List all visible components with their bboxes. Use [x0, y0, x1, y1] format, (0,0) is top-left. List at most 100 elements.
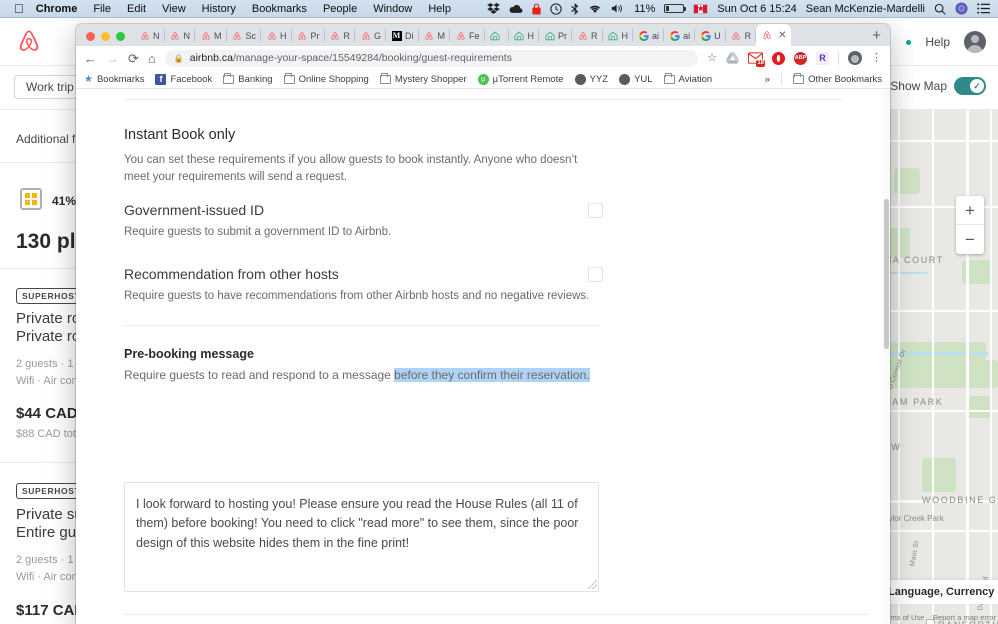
prebooking-message-textarea[interactable] — [124, 482, 599, 592]
account-name[interactable]: Sean McKenzie-Mardelli — [806, 3, 925, 15]
menu-file[interactable]: File — [93, 3, 111, 15]
wifi-icon[interactable] — [588, 3, 602, 14]
browser-tab-3[interactable]: Sc — [227, 25, 262, 46]
maximize-window-button[interactable] — [116, 32, 125, 41]
show-map-control[interactable]: Show Map ✓ — [890, 77, 986, 95]
battery-icon[interactable] — [664, 4, 687, 13]
rakuten-icon[interactable]: R — [816, 51, 829, 65]
reload-button[interactable]: ⟳ — [128, 52, 139, 65]
browser-tab-11[interactable] — [485, 25, 509, 46]
menu-people[interactable]: People — [323, 3, 357, 15]
tab-label: N — [153, 30, 160, 41]
dropbox-icon[interactable] — [487, 3, 500, 14]
bookmark-utorrent-remote[interactable]: µ µTorrent Remote — [477, 73, 564, 85]
bookmark-yyz[interactable]: YYZ — [574, 73, 608, 85]
browser-tab-19[interactable]: R — [726, 25, 757, 46]
browser-tab-5[interactable]: Pr — [292, 25, 325, 46]
browser-tab-6[interactable]: R — [325, 25, 356, 46]
map-zoom-controls[interactable]: + − — [956, 196, 984, 254]
browser-tab-4[interactable]: H — [261, 25, 292, 46]
browser-tab-15[interactable]: H — [603, 25, 634, 46]
requirement-government-id[interactable]: Government-issued ID Require guests to s… — [124, 202, 594, 238]
bookmark-mystery-shopper[interactable]: Mystery Shopper — [379, 72, 467, 85]
browser-tab-17[interactable]: ai — [664, 25, 696, 46]
requirement-recommendation[interactable]: Recommendation from other hosts Require … — [124, 266, 594, 302]
lock-icon[interactable] — [532, 3, 541, 15]
notification-center-icon[interactable] — [977, 3, 990, 14]
home-button[interactable]: ⌂ — [148, 52, 156, 65]
browser-tab-2[interactable]: M — [195, 25, 227, 46]
textarea-resize-handle[interactable] — [588, 580, 597, 589]
browser-tab-18[interactable]: U — [695, 25, 726, 46]
bookmark-yul[interactable]: YUL — [619, 73, 653, 85]
help-link[interactable]: Help — [925, 35, 950, 49]
forward-button[interactable]: → — [106, 52, 119, 65]
new-tab-button[interactable]: + — [863, 28, 890, 46]
bluetooth-icon[interactable] — [571, 2, 579, 15]
back-button[interactable]: ← — [84, 52, 97, 65]
bookmark-online-shopping[interactable]: Online Shopping — [283, 72, 369, 85]
keyboard-flag-icon[interactable]: ★ — [693, 3, 709, 14]
address-bar[interactable]: 🔒 airbnb.ca/manage-your-space/15549284/b… — [164, 49, 699, 67]
profile-avatar[interactable] — [848, 51, 862, 65]
browser-tab-14[interactable]: R — [572, 25, 603, 46]
menu-bookmarks[interactable]: Bookmarks — [252, 3, 307, 15]
siri-icon[interactable] — [955, 2, 968, 15]
menu-history[interactable]: History — [202, 3, 236, 15]
requirement-government-id-checkbox[interactable] — [588, 203, 603, 218]
menu-view[interactable]: View — [162, 3, 186, 15]
opera-vpn-icon[interactable] — [772, 51, 785, 65]
minimize-window-button[interactable] — [101, 32, 110, 41]
map-report-label[interactable]: Report a map error — [933, 613, 996, 622]
bookmark-banking[interactable]: Banking — [223, 72, 273, 85]
scrollbar-thumb[interactable] — [884, 199, 889, 349]
adblock-plus-icon[interactable]: ABP — [794, 51, 807, 65]
bookmark-aviation[interactable]: Aviation — [663, 72, 712, 85]
close-tab-icon[interactable]: ✕ — [778, 30, 786, 41]
language-currency-link[interactable]: Language, Currency & More — [880, 580, 998, 604]
requirement-recommendation-checkbox[interactable] — [588, 267, 603, 282]
page-scrollbar[interactable] — [883, 89, 890, 624]
search-icon[interactable] — [934, 3, 946, 15]
browser-tab-13[interactable]: Pr — [539, 25, 573, 46]
menu-edit[interactable]: Edit — [127, 3, 146, 15]
volume-icon[interactable] — [611, 3, 625, 14]
tab-strip: N N M Sc H Pr R G M Di M Fe H Pr R Hai ai U R ✕ + — [76, 24, 890, 46]
menu-bar-status-area: 11% ★ Sun Oct 6 15:24 Sean McKenzie-Mard… — [478, 2, 998, 15]
browser-tab-active[interactable]: ✕ — [756, 24, 792, 46]
time-machine-icon[interactable] — [550, 2, 562, 15]
map-zoom-out-button[interactable]: − — [956, 225, 984, 254]
browser-tab-1[interactable]: N — [165, 25, 196, 46]
bookmark-other-bookmarks[interactable]: Other Bookmarks — [793, 72, 882, 85]
close-window-button[interactable] — [86, 32, 95, 41]
map-panel[interactable]: ARMA COURT OPHAM PARK O'Connor Dr VIEW W… — [880, 110, 998, 624]
map-terms[interactable]: Terms of Use Report a map error — [880, 613, 996, 622]
menu-window[interactable]: Window — [373, 3, 412, 15]
browser-tab-16[interactable]: ai — [633, 25, 665, 46]
three-dot-menu-icon[interactable]: ⋮ — [871, 52, 882, 64]
apple-logo-icon[interactable]:  — [14, 2, 24, 15]
bookmark-facebook[interactable]: f Facebook — [155, 73, 212, 85]
google-drive-icon[interactable] — [726, 52, 739, 65]
mail-checker-icon[interactable]: 18 — [748, 52, 765, 67]
cloud-icon[interactable] — [509, 4, 523, 14]
menu-help[interactable]: Help — [428, 3, 451, 15]
star-icon[interactable]: ☆ — [707, 52, 717, 64]
menu-chrome[interactable]: Chrome — [36, 3, 78, 15]
browser-tab-0[interactable]: N — [134, 25, 165, 46]
browser-tab-12[interactable]: H — [509, 25, 540, 46]
bookmark-bookmarks[interactable]: ★ Bookmarks — [84, 74, 144, 85]
browser-tab-10[interactable]: Fe — [450, 25, 485, 46]
bookmarks-overflow-button[interactable]: » — [765, 74, 770, 85]
browser-tab-9[interactable]: M — [419, 25, 451, 46]
avatar[interactable] — [964, 31, 986, 53]
show-map-toggle[interactable]: ✓ — [954, 77, 986, 95]
browser-tab-8[interactable]: M Di — [386, 25, 419, 46]
browser-tab-7[interactable]: G — [355, 25, 387, 46]
window-controls[interactable] — [76, 32, 134, 46]
clock[interactable]: Sun Oct 6 15:24 — [717, 3, 797, 15]
mail-badge-count: 18 — [756, 59, 765, 67]
prebooking-description-selected-text: before they confirm their reservation. — [394, 368, 590, 382]
airbnb-logo-icon[interactable] — [16, 28, 42, 54]
map-zoom-in-button[interactable]: + — [956, 196, 984, 225]
